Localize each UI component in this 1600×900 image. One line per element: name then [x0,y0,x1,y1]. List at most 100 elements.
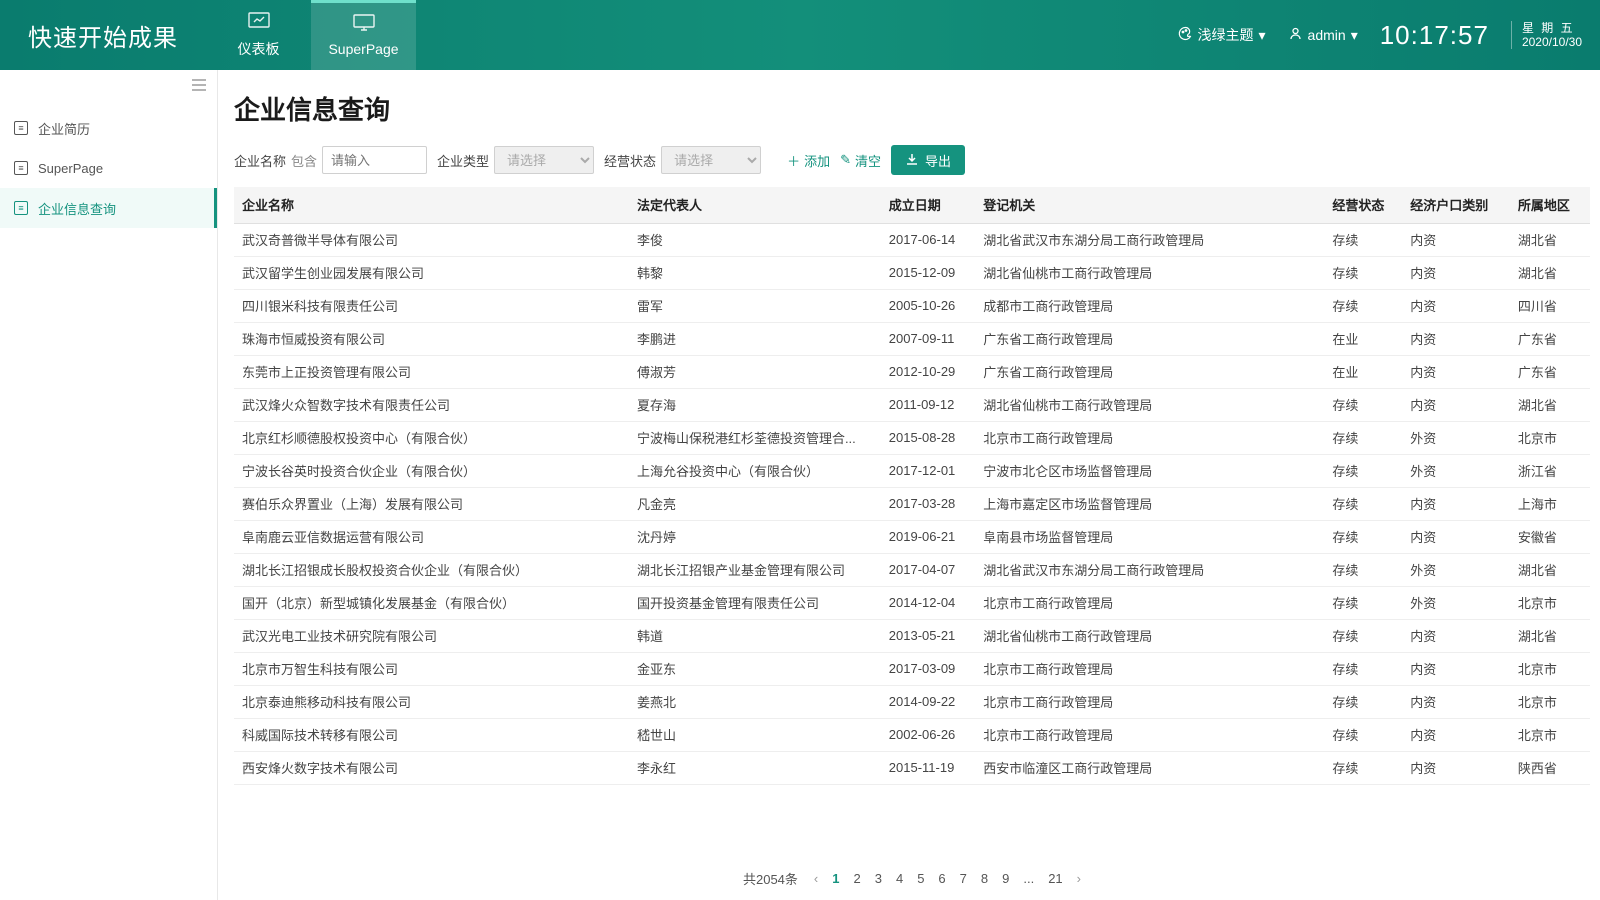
sidebar-item-superpage[interactable]: ≡ SuperPage [0,148,217,188]
column-header[interactable]: 登记机关 [975,187,1324,223]
filter-name-input[interactable] [322,146,427,174]
table-cell: 2014-09-22 [881,685,975,718]
table-cell: 存续 [1324,223,1402,256]
table-row[interactable]: 北京泰迪熊移动科技有限公司姜燕北2014-09-22北京市工商行政管理局存续内资… [234,685,1590,718]
table-cell: 内资 [1402,388,1510,421]
table-row[interactable]: 宁波长谷英时投资合伙企业（有限合伙）上海允谷投资中心（有限合伙）2017-12-… [234,454,1590,487]
sidebar-item-query[interactable]: ≡ 企业信息查询 [0,188,217,228]
table-cell: 湖北省 [1510,619,1590,652]
table-cell: 存续 [1324,586,1402,619]
sidebar-collapse-icon[interactable] [191,78,207,95]
column-header[interactable]: 所属地区 [1510,187,1590,223]
date-label: 2020/10/30 [1522,35,1582,49]
table-cell: 韩道 [629,619,881,652]
list-icon: ≡ [14,201,28,215]
table-row[interactable]: 赛伯乐众界置业（上海）发展有限公司凡金亮2017-03-28上海市嘉定区市场监督… [234,487,1590,520]
table-cell: 2017-12-01 [881,454,975,487]
table-cell: 内资 [1402,355,1510,388]
filter-name-mode: 包含 [291,151,317,170]
table-row[interactable]: 北京市万智生科技有限公司金亚东2017-03-09北京市工商行政管理局存续内资北… [234,652,1590,685]
table-cell: 湖北省 [1510,256,1590,289]
table-cell: 武汉光电工业技术研究院有限公司 [234,619,629,652]
table-cell: 浙江省 [1510,454,1590,487]
table-cell: 外资 [1402,586,1510,619]
table-cell: 在业 [1324,355,1402,388]
table-cell: 陕西省 [1510,751,1590,784]
column-header[interactable]: 企业名称 [234,187,629,223]
main-content: 企业信息查询 企业名称 包含 企业类型 请选择 经营状态 请选择 ＋ 添加 ✎ [218,70,1600,900]
user-menu[interactable]: admin ▾ [1288,26,1358,44]
add-button[interactable]: ＋ 添加 [787,151,830,170]
page-number[interactable]: 21 [1048,871,1062,886]
export-button[interactable]: 导出 [891,145,965,175]
table-row[interactable]: 科威国际技术转移有限公司嵇世山2002-06-26北京市工商行政管理局存续内资北… [234,718,1590,751]
table-row[interactable]: 国开（北京）新型城镇化发展基金（有限合伙）国开投资基金管理有限责任公司2014-… [234,586,1590,619]
page-number[interactable]: 1 [832,871,839,886]
table-row[interactable]: 东莞市上正投资管理有限公司傅淑芳2012-10-29广东省工商行政管理局在业内资… [234,355,1590,388]
table-cell: 湖北省仙桃市工商行政管理局 [975,388,1324,421]
filter-bar: 企业名称 包含 企业类型 请选择 经营状态 请选择 ＋ 添加 ✎ 清空 [234,145,1590,175]
chevron-down-icon: ▾ [1259,27,1266,44]
table-cell: 内资 [1402,520,1510,553]
list-icon: ≡ [14,161,28,175]
table-row[interactable]: 四川银米科技有限责任公司雷军2005-10-26成都市工商行政管理局存续内资四川… [234,289,1590,322]
table-row[interactable]: 湖北长江招银成长股权投资合伙企业（有限合伙）湖北长江招银产业基金管理有限公司20… [234,553,1590,586]
pagination-pages: ‹ 123456789...21 › [814,871,1081,886]
column-header[interactable]: 经营状态 [1324,187,1402,223]
table-cell: 武汉留学生创业园发展有限公司 [234,256,629,289]
table-cell: 国开投资基金管理有限责任公司 [629,586,881,619]
user-icon [1288,26,1303,44]
sidebar-item-label: 企业信息查询 [38,199,116,218]
table-row[interactable]: 西安烽火数字技术有限公司李永红2015-11-19西安市临潼区工商行政管理局存续… [234,751,1590,784]
column-header[interactable]: 法定代表人 [629,187,881,223]
table-cell: 2017-03-28 [881,487,975,520]
clear-button[interactable]: ✎ 清空 [840,151,881,170]
table-container[interactable]: 企业名称法定代表人成立日期登记机关经营状态经济户口类别所属地区 武汉奇普微半导体… [234,187,1590,856]
table-cell: 珠海市恒威投资有限公司 [234,322,629,355]
filter-status-select[interactable]: 请选择 [661,146,761,174]
table-cell: 沈丹婷 [629,520,881,553]
page-prev-icon[interactable]: ‹ [814,871,818,886]
table-cell: 2017-06-14 [881,223,975,256]
nav-superpage[interactable]: SuperPage [311,0,416,70]
page-number[interactable]: 6 [938,871,945,886]
column-header[interactable]: 成立日期 [881,187,975,223]
table-cell: 湖北省武汉市东湖分局工商行政管理局 [975,553,1324,586]
table-cell: 李永红 [629,751,881,784]
filter-type-label: 企业类型 [437,151,489,170]
table-row[interactable]: 阜南鹿云亚信数据运营有限公司沈丹婷2019-06-21阜南县市场监督管理局存续内… [234,520,1590,553]
theme-selector[interactable]: 浅绿主题 ▾ [1178,25,1266,45]
page-number[interactable]: 7 [960,871,967,886]
table-cell: 上海市嘉定区市场监督管理局 [975,487,1324,520]
nav-dashboard[interactable]: 仪表板 [206,0,311,70]
nav-dashboard-label: 仪表板 [238,39,280,59]
table-cell: 存续 [1324,685,1402,718]
table-row[interactable]: 武汉奇普微半导体有限公司李俊2017-06-14湖北省武汉市东湖分局工商行政管理… [234,223,1590,256]
table-cell: 存续 [1324,718,1402,751]
page-number[interactable]: 5 [917,871,924,886]
page-next-icon[interactable]: › [1077,871,1081,886]
column-header[interactable]: 经济户口类别 [1402,187,1510,223]
page-number[interactable]: 3 [875,871,882,886]
add-label: 添加 [804,151,830,170]
data-table: 企业名称法定代表人成立日期登记机关经营状态经济户口类别所属地区 武汉奇普微半导体… [234,187,1590,785]
table-row[interactable]: 武汉留学生创业园发展有限公司韩黎2015-12-09湖北省仙桃市工商行政管理局存… [234,256,1590,289]
table-cell: 四川省 [1510,289,1590,322]
table-row[interactable]: 北京红杉顺德股权投资中心（有限合伙）宁波梅山保税港红杉荃德投资管理合...201… [234,421,1590,454]
table-cell: 上海市 [1510,487,1590,520]
sidebar-item-profile[interactable]: ≡ 企业简历 [0,108,217,148]
page-number[interactable]: 2 [853,871,860,886]
table-cell: 存续 [1324,256,1402,289]
table-row[interactable]: 武汉烽火众智数字技术有限责任公司夏存海2011-09-12湖北省仙桃市工商行政管… [234,388,1590,421]
table-cell: 宁波长谷英时投资合伙企业（有限合伙） [234,454,629,487]
table-cell: 西安市临潼区工商行政管理局 [975,751,1324,784]
table-row[interactable]: 珠海市恒威投资有限公司李鹏进2007-09-11广东省工商行政管理局在业内资广东… [234,322,1590,355]
page-number[interactable]: 8 [981,871,988,886]
table-row[interactable]: 武汉光电工业技术研究院有限公司韩道2013-05-21湖北省仙桃市工商行政管理局… [234,619,1590,652]
table-cell: 傅淑芳 [629,355,881,388]
page-number[interactable]: 4 [896,871,903,886]
page-number[interactable]: 9 [1002,871,1009,886]
sidebar-list: ≡ 企业简历 ≡ SuperPage ≡ 企业信息查询 [0,108,217,228]
table-cell: 四川银米科技有限责任公司 [234,289,629,322]
filter-type-select[interactable]: 请选择 [494,146,594,174]
